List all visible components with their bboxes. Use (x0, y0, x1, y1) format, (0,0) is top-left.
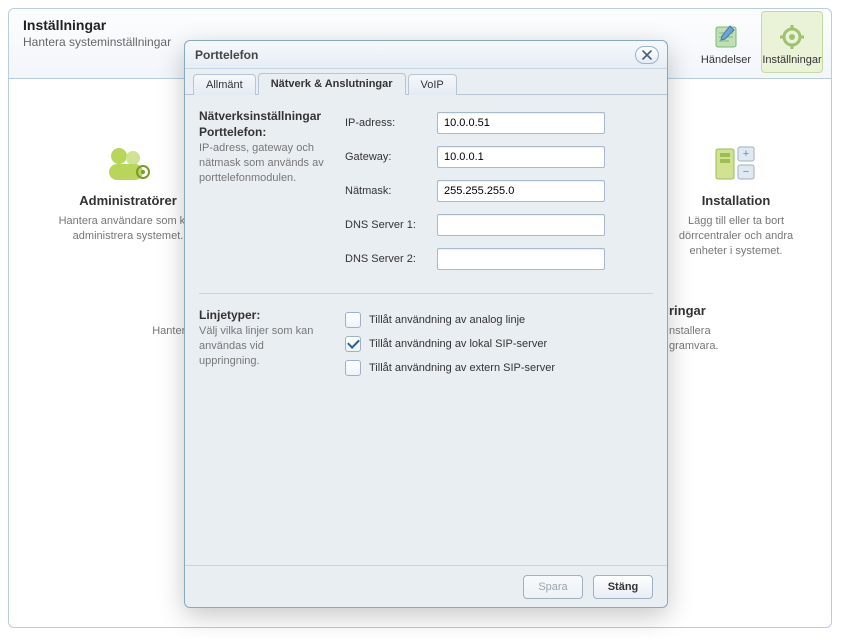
tab-voip[interactable]: VoIP (408, 74, 457, 95)
checkbox-local-sip-label: Tillåt användning av lokal SIP-server (369, 338, 547, 350)
modal-titlebar[interactable]: Porttelefon (185, 41, 667, 69)
svg-text:−: − (743, 166, 749, 178)
tab-natverk[interactable]: Nätverk & Anslutningar (258, 73, 406, 95)
dns2-label: DNS Server 2: (345, 253, 437, 265)
porttelefon-modal: Porttelefon Allmänt Nätverk & Anslutning… (184, 40, 668, 608)
modal-footer: Spara Stäng (185, 565, 667, 607)
gateway-label: Gateway: (345, 151, 437, 163)
card-left-partial[interactable]: K Hantera in oc (23, 299, 203, 354)
gear-icon (777, 22, 807, 52)
modal-body: Nätverksinställningar Porttelefon: IP-ad… (185, 95, 667, 565)
card-right-partial[interactable]: ringar nstallera gramvara. (669, 299, 829, 354)
checkbox-external-sip-label: Tillåt användning av extern SIP-server (369, 362, 555, 374)
toolbar-item-installningar-label: Inställningar (762, 54, 821, 66)
ip-label: IP-adress: (345, 117, 437, 129)
notepad-icon (711, 22, 741, 52)
net-desc: IP-adress, gateway och nätmask som använ… (199, 141, 327, 186)
card-right2-desc-l2: gramvara. (669, 339, 829, 354)
card-left2-desc: Hantera in oc (23, 324, 203, 354)
card-left2-desc-l2: oc (23, 339, 203, 354)
close-button[interactable]: Stäng (593, 575, 653, 599)
dns1-label: DNS Server 1: (345, 219, 437, 231)
ip-input[interactable] (437, 112, 605, 134)
dns1-input[interactable] (437, 214, 605, 236)
checkbox-analog-label: Tillåt användning av analog linje (369, 314, 525, 326)
close-icon[interactable] (635, 46, 659, 64)
checkbox-local-sip[interactable] (345, 336, 361, 352)
card-right2-desc-l1: nstallera (669, 324, 829, 339)
toolbar-item-handelser-label: Händelser (701, 54, 751, 66)
checkbox-analog[interactable] (345, 312, 361, 328)
line-title: Linjetyper: (199, 308, 327, 322)
card-right2-title-frag: ringar (669, 303, 829, 318)
toolbar-item-handelser[interactable]: Händelser (695, 11, 757, 73)
dns2-input[interactable] (437, 248, 605, 270)
card-right2-desc: nstallera gramvara. (669, 324, 829, 354)
section-linetypes: Linjetyper: Välj vilka linjer som kan an… (199, 308, 653, 394)
line-desc: Välj vilka linjer som kan användas vid u… (199, 324, 327, 369)
toolbar-item-installningar[interactable]: Inställningar (761, 11, 823, 73)
checkbox-external-sip[interactable] (345, 360, 361, 376)
card-left2-title-frag: K (23, 303, 203, 318)
net-title-l1: Nätverksinställningar (199, 109, 327, 123)
modal-title: Porttelefon (195, 48, 258, 62)
card-left2-desc-l1: Hantera in (23, 324, 203, 339)
tabstrip: Allmänt Nätverk & Anslutningar VoIP (185, 69, 667, 95)
netmask-label: Nätmask: (345, 185, 437, 197)
netmask-input[interactable] (437, 180, 605, 202)
svg-text:+: + (743, 148, 749, 160)
save-button[interactable]: Spara (523, 575, 583, 599)
tab-allmant[interactable]: Allmänt (193, 74, 256, 95)
net-title-l2: Porttelefon: (199, 125, 327, 139)
section-network: Nätverksinställningar Porttelefon: IP-ad… (199, 109, 653, 294)
gateway-input[interactable] (437, 146, 605, 168)
